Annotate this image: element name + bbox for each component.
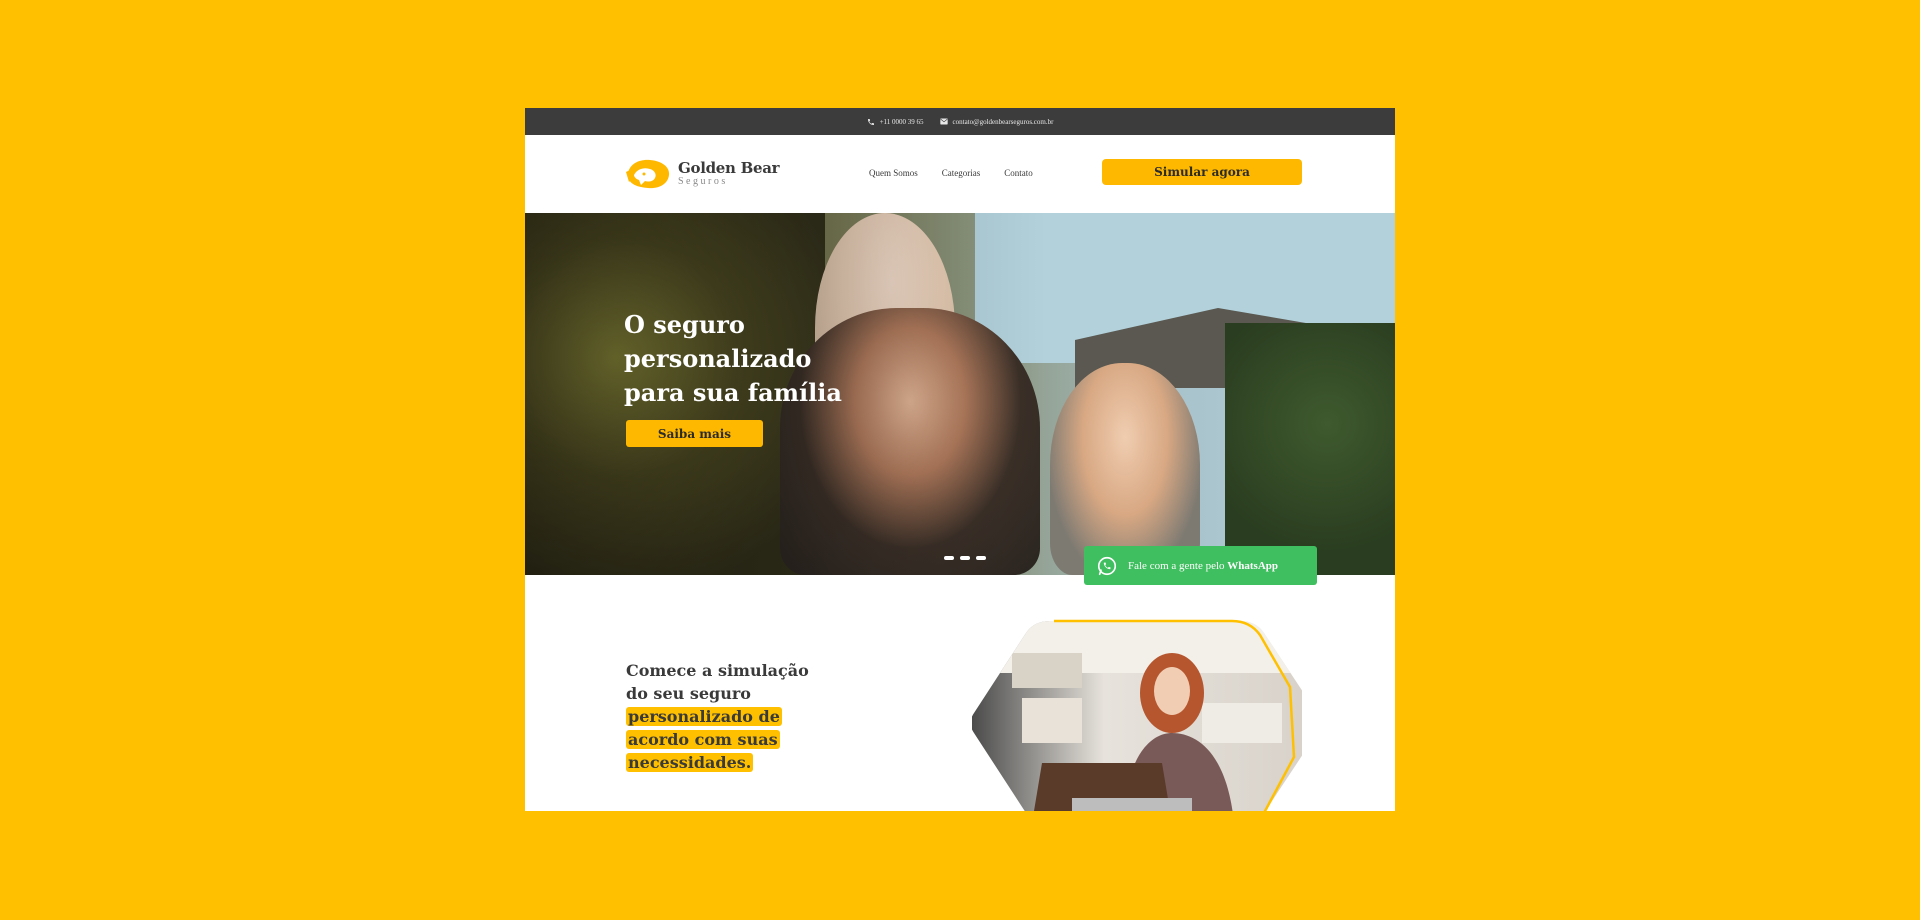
- bear-logo-icon: [626, 159, 670, 189]
- whatsapp-button[interactable]: Fale com a gente pelo WhatsApp: [1084, 546, 1317, 585]
- intro-highlight: acordo com suas: [626, 730, 780, 749]
- intro-highlight: personalizado de: [626, 707, 782, 726]
- logo-name: Golden Bear: [678, 159, 780, 177]
- hexagon-photo: [972, 613, 1302, 811]
- hero-title: O seguro personalizado para sua família: [624, 308, 844, 410]
- whatsapp-icon: [1097, 556, 1117, 575]
- simulate-now-button[interactable]: Simular agora: [1102, 159, 1302, 185]
- mail-icon: [939, 118, 948, 125]
- logo-subtitle: Seguros: [678, 176, 728, 187]
- whatsapp-text: Fale com a gente pelo: [1128, 559, 1225, 572]
- contact-topbar: +11 0000 39 65 contato@goldenbearseguros…: [525, 108, 1395, 135]
- main-nav: Quem Somos Categorias Contato: [869, 168, 1033, 178]
- whatsapp-label: Fale com a gente pelo WhatsApp: [1128, 560, 1278, 572]
- carousel-dot-3[interactable]: [976, 556, 986, 560]
- intro-line: do seu seguro: [626, 684, 751, 703]
- nav-item-contato[interactable]: Contato: [1004, 168, 1033, 178]
- simulation-intro: Comece a simulação do seu seguro persona…: [626, 659, 826, 774]
- nav-item-categorias[interactable]: Categorias: [942, 168, 981, 178]
- logo[interactable]: Golden Bear Seguros: [624, 157, 780, 191]
- site-header: Golden Bear Seguros Quem Somos Categoria…: [525, 135, 1395, 213]
- hero-title-line: personalizado: [624, 344, 812, 373]
- hero-title-line: para sua família: [624, 378, 842, 407]
- hero-title-line: O seguro: [624, 310, 745, 339]
- carousel-dots: [944, 556, 986, 560]
- phone-icon: [867, 118, 874, 125]
- website-frame: +11 0000 39 65 contato@goldenbearseguros…: [525, 108, 1395, 811]
- hero-banner: O seguro personalizado para sua família …: [525, 213, 1395, 575]
- hexagon-photo-content: [972, 621, 1302, 811]
- carousel-dot-1[interactable]: [944, 556, 954, 560]
- intro-highlight: necessidades.: [626, 753, 754, 772]
- intro-line: Comece a simulação: [626, 661, 809, 680]
- email-address: contato@goldenbearseguros.com.br: [952, 117, 1054, 126]
- learn-more-button[interactable]: Saiba mais: [626, 420, 763, 447]
- carousel-dot-2[interactable]: [960, 556, 970, 560]
- phone-number: +11 0000 39 65: [879, 117, 924, 126]
- topbar-phone[interactable]: +11 0000 39 65: [867, 118, 924, 126]
- nav-item-quem-somos[interactable]: Quem Somos: [869, 168, 918, 178]
- whatsapp-brand: WhatsApp: [1227, 559, 1279, 572]
- topbar-email[interactable]: contato@goldenbearseguros.com.br: [939, 117, 1054, 126]
